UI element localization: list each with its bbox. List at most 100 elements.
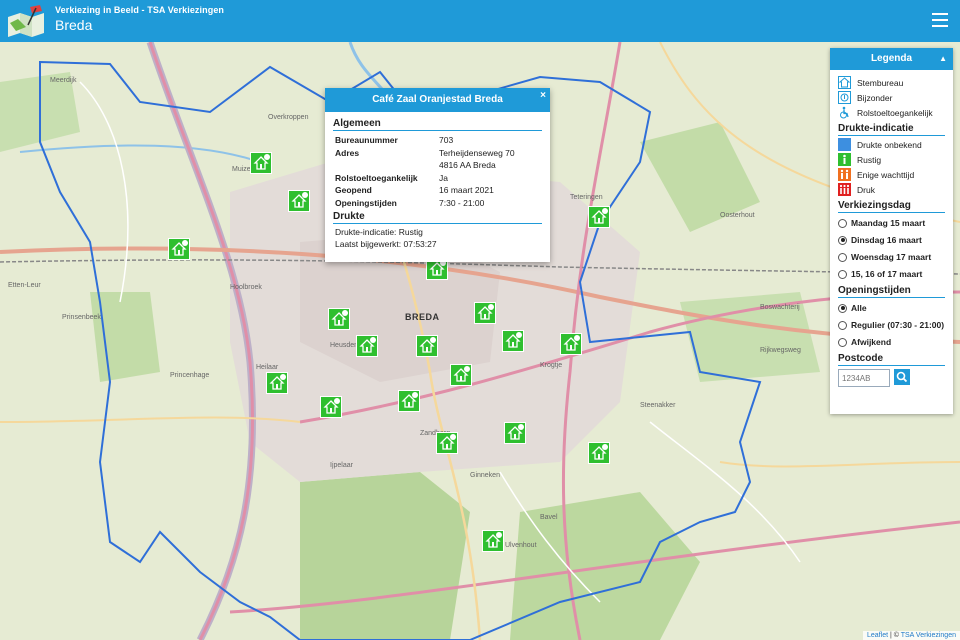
polling-station-marker[interactable] (250, 152, 272, 174)
legend-title: Legenda (870, 53, 913, 64)
popup-row-key: Geopend (335, 185, 372, 195)
legend-item-rustig: Rustig (838, 153, 945, 166)
wheelchair-icon (412, 392, 418, 398)
map-label: Overkroppen (268, 114, 309, 121)
map-label: Krogtje (540, 362, 563, 369)
radio-label: Regulier (07:30 - 21:00) (851, 320, 945, 330)
wheelchair-icon (488, 304, 494, 310)
polling-station-marker[interactable] (266, 372, 288, 394)
popup-row-value: Ja (439, 172, 448, 183)
wheelchair-icon (370, 337, 376, 343)
popup-section-general: Algemeen (333, 118, 542, 131)
wheelchair-icon (516, 332, 522, 338)
radio-dot[interactable] (838, 218, 847, 228)
polling-station-marker[interactable] (416, 335, 438, 357)
wheelchair-icon (264, 154, 270, 160)
hamburger-menu-icon[interactable] (932, 13, 948, 27)
map-label: Ijpelaar (330, 462, 353, 469)
map-label: Prinsenbeek (62, 314, 101, 321)
polling-station-marker[interactable] (474, 302, 496, 324)
radio-dot[interactable] (838, 320, 847, 330)
popup-row: 4816 AA Breda (335, 159, 540, 172)
map-label: Princenhage (170, 372, 210, 379)
legend-item-bijzonder: Bijzonder (838, 91, 945, 104)
polling-station-marker[interactable] (288, 190, 310, 212)
radio-dag-woensdag[interactable]: Woensdag 17 maart (838, 250, 945, 264)
drukte-indicator-text: Drukte-indicatie: Rustig (335, 227, 423, 237)
wheelchair-icon (342, 310, 348, 316)
radio-tijd-afwijkend[interactable]: Afwijkend (838, 335, 945, 349)
legend-section-verkiezingsdag: Verkiezingsdag (838, 200, 945, 213)
wheelchair-icon (574, 335, 580, 341)
legend-section-drukte: Drukte-indicatie (838, 123, 945, 136)
polling-station-marker[interactable] (482, 530, 504, 552)
popup-row: Geopend 16 maart 2021 (335, 184, 540, 197)
radio-dag-alle[interactable]: 15, 16 of 17 maart (838, 267, 945, 281)
postcode-input[interactable] (838, 369, 890, 387)
polling-station-marker[interactable] (588, 442, 610, 464)
radio-dot-selected[interactable] (838, 235, 847, 245)
close-icon[interactable]: × (540, 90, 546, 101)
caret-up-icon[interactable]: ▲ (939, 48, 947, 70)
radio-label: Dinsdag 16 maart (851, 235, 922, 245)
radio-dot[interactable] (838, 337, 847, 347)
popup-row-value: 4816 AA Breda (439, 160, 496, 170)
radio-dag-dinsdag[interactable]: Dinsdag 16 maart (838, 233, 945, 247)
legend-header[interactable]: Legenda ▲ (830, 48, 953, 70)
polling-station-marker[interactable] (320, 396, 342, 418)
popup-row-value: 703 (439, 135, 454, 145)
radio-dag-maandag[interactable]: Maandag 15 maart (838, 216, 945, 230)
popup-row-value: 16 maart 2021 (439, 185, 494, 195)
map-label: Oosterhout (720, 212, 755, 219)
person-icon (838, 153, 851, 166)
popup-row-key: Adres (335, 147, 360, 158)
polling-station-marker[interactable] (450, 364, 472, 386)
polling-station-marker[interactable] (436, 432, 458, 454)
wheelchair-icon (334, 398, 340, 404)
map-label: Rijkwegsweg (760, 347, 801, 354)
tsa-link[interactable]: TSA Verkiezingen (901, 632, 956, 639)
popup-row: Bureaunummer 703 (335, 134, 540, 147)
legend-label: Bijzonder (857, 92, 893, 103)
legend-item-drukte-onbekend: Drukte onbekend (838, 138, 945, 151)
radio-label: Maandag 15 maart (851, 218, 926, 228)
postcode-search-button[interactable] (894, 369, 910, 385)
app-header: Verkiezing in Beeld - TSA Verkiezingen B… (0, 0, 960, 42)
radio-label: Afwijkend (851, 337, 892, 347)
map-label: Etten-Leur (8, 282, 41, 289)
polling-station-marker[interactable] (502, 330, 524, 352)
map-label: Ginneken (470, 472, 500, 479)
wheelchair-icon (280, 374, 286, 380)
polling-station-marker[interactable] (398, 390, 420, 412)
map-label: Bavel (540, 514, 558, 521)
polling-station-marker[interactable] (356, 335, 378, 357)
radio-label: 15, 16 of 17 maart (851, 269, 923, 279)
attribution-separator: | © (888, 632, 901, 639)
polling-station-marker[interactable] (504, 422, 526, 444)
polling-station-marker[interactable] (588, 206, 610, 228)
polling-station-marker[interactable] (560, 333, 582, 355)
search-icon (896, 371, 908, 383)
radio-dot[interactable] (838, 252, 847, 262)
polling-station-marker[interactable] (168, 238, 190, 260)
wheelchair-icon (840, 106, 849, 119)
wheelchair-icon (602, 208, 608, 214)
popup-row-value: 7:30 - 21:00 (439, 197, 485, 208)
legend-item-enige-wachttijd: Enige wachttijd (838, 168, 945, 181)
radio-dot[interactable] (838, 269, 847, 279)
drukte-onbekend-swatch (838, 138, 851, 151)
leaflet-link[interactable]: Leaflet (867, 632, 888, 639)
polling-station-marker[interactable] (328, 308, 350, 330)
radio-tijd-alle[interactable]: Alle (838, 301, 945, 315)
radio-tijd-regulier[interactable]: Regulier (07:30 - 21:00) (838, 318, 945, 332)
radio-dot-selected[interactable] (838, 303, 847, 313)
map-attribution: Leaflet | © TSA Verkiezingen (863, 631, 960, 640)
wheelchair-icon (182, 240, 188, 246)
map-label: Boswachterij (760, 304, 800, 311)
legend-label: Rolstoeltoegankelijk (857, 107, 933, 118)
wheelchair-icon (302, 192, 308, 198)
popup-row: Rolstoeltoegankelijk Ja (335, 172, 540, 185)
popup-title: Café Zaal Oranjestad Breda (325, 88, 550, 112)
map-logo-icon (8, 5, 44, 37)
page-title: Breda (55, 17, 93, 33)
